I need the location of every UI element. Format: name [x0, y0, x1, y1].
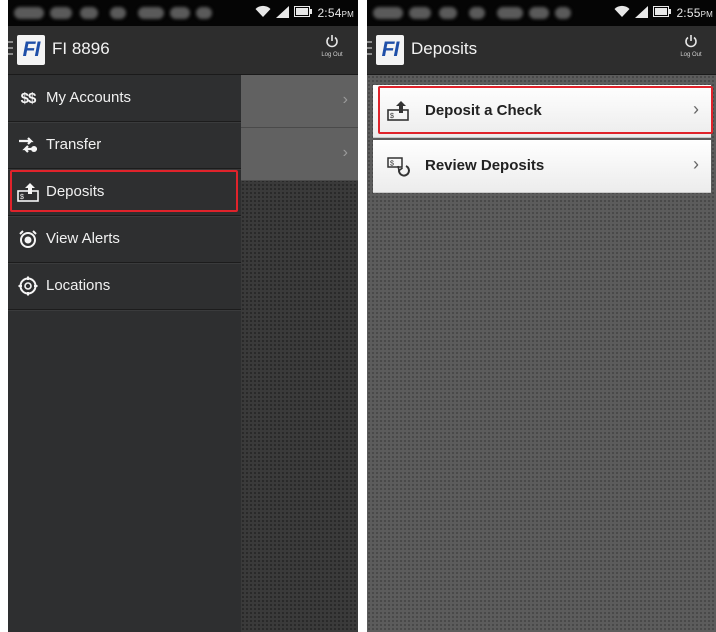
drawer-item-label: Transfer [46, 136, 102, 153]
highlight-box-deposits [10, 170, 238, 212]
chevron-right-icon: › [693, 154, 699, 174]
drawer-item-label: Locations [46, 277, 111, 294]
logout-button[interactable]: Log Out [671, 34, 711, 58]
blurred-notification-icons [14, 7, 214, 19]
chevron-right-icon: › [342, 91, 348, 108]
menu-icon[interactable] [367, 41, 372, 57]
status-bar: 2:54PM [8, 0, 358, 26]
drawer-item-label: My Accounts [46, 89, 132, 106]
left-phone-screen: 2:54PM FI FI 8896 Log Out › › $$ My Acco… [8, 0, 358, 632]
status-time: 2:54PM [317, 6, 354, 20]
svg-text:$: $ [390, 161, 394, 168]
blurred-notification-icons [373, 7, 573, 19]
navigation-drawer: $$ My Accounts Transfer $ Deposits View … [8, 75, 241, 632]
drawer-item-view-alerts[interactable]: View Alerts [8, 216, 241, 263]
list-item-label: Review Deposits [425, 157, 545, 174]
list-item: › [241, 75, 358, 128]
transfer-icon [16, 134, 40, 156]
right-phone-screen: 2:55PM FI Deposits Log Out $ Deposit a C… [367, 0, 716, 632]
drawer-item-label: View Alerts [46, 230, 120, 247]
wifi-icon [614, 5, 630, 21]
menu-icon[interactable] [8, 41, 13, 57]
location-icon [16, 275, 40, 297]
dimmed-content: › › [241, 75, 358, 632]
battery-icon [294, 6, 313, 20]
page-title: FI 8896 [52, 39, 110, 58]
power-icon [325, 35, 339, 52]
wifi-icon [255, 5, 271, 21]
chevron-right-icon: › [342, 144, 348, 161]
logout-button[interactable]: Log Out [312, 34, 352, 58]
app-bar: FI Deposits Log Out [367, 26, 716, 75]
status-time: 2:55PM [676, 6, 713, 20]
page-title: Deposits [411, 39, 478, 58]
drawer-item-locations[interactable]: Locations [8, 263, 241, 310]
dollar-icon: $$ [20, 89, 37, 107]
signal-icon [276, 5, 290, 21]
drawer-item-transfer[interactable]: Transfer [8, 122, 241, 169]
battery-icon [653, 6, 672, 20]
signal-icon [635, 5, 649, 21]
content-area: $ Deposit a Check › $ Review Deposits › [367, 75, 716, 632]
app-bar: FI FI 8896 Log Out [8, 26, 358, 75]
app-logo: FI [376, 35, 404, 65]
power-icon [684, 35, 698, 52]
status-bar: 2:55PM [367, 0, 716, 26]
app-logo: FI [17, 35, 45, 65]
list-item-review-deposits[interactable]: $ Review Deposits › [373, 140, 711, 193]
drawer-item-my-accounts[interactable]: $$ My Accounts [8, 75, 241, 122]
highlight-box-deposit-a-check [378, 86, 713, 134]
list-item: › [241, 128, 358, 181]
alarm-icon [16, 228, 40, 250]
review-deposits-icon: $ [387, 155, 411, 177]
